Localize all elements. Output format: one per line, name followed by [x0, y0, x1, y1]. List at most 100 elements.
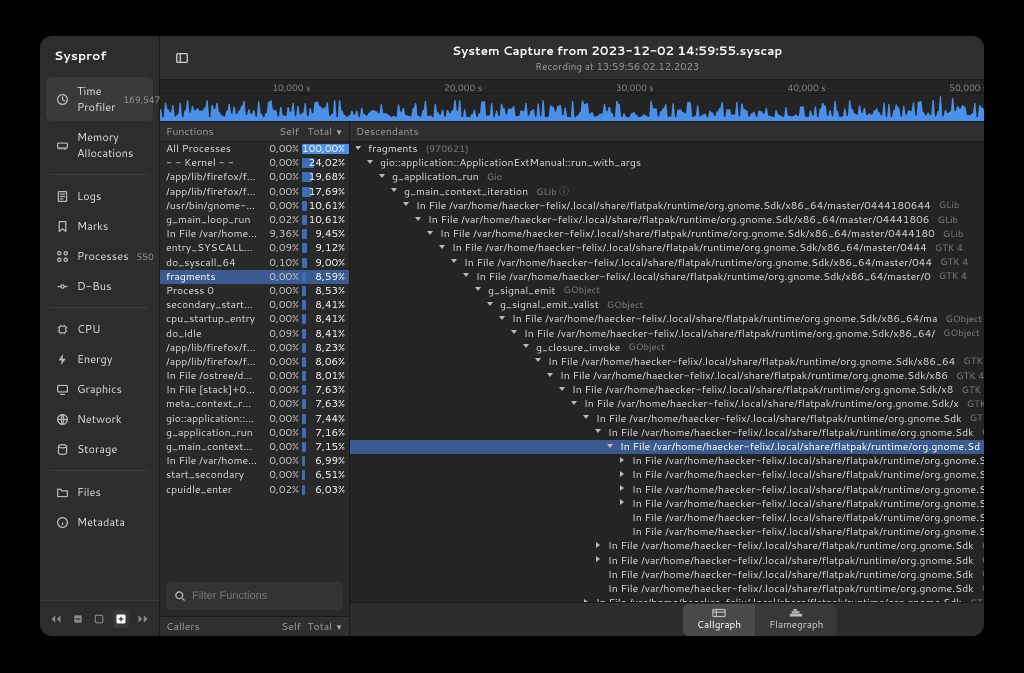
tree-row[interactable]: In File /var/home/haecker-felix/.local/s…	[350, 355, 984, 369]
disclosure-icon[interactable]	[620, 485, 629, 494]
col-self[interactable]: Self	[259, 620, 301, 634]
tree-row[interactable]: In File /var/home/haecker-felix/.local/s…	[350, 426, 984, 440]
col-total[interactable]: Total▼	[299, 125, 349, 139]
timeline-ruler[interactable]: 10,000 s 20,000 s 30,000 s 40,000 s 50,0…	[160, 80, 984, 94]
disclosure-icon[interactable]	[584, 414, 593, 423]
function-row[interactable]: In File [stack]+0x4b10,00%7,63%	[160, 383, 349, 397]
disclosure-icon[interactable]	[476, 286, 485, 295]
next-icon[interactable]	[135, 610, 151, 628]
col-callers[interactable]: Callers	[166, 620, 259, 634]
col-descendants[interactable]: Descendants	[350, 125, 984, 139]
disclosure-icon[interactable]	[368, 159, 377, 168]
col-functions[interactable]: Functions	[160, 125, 257, 139]
stop-icon[interactable]	[92, 610, 108, 628]
tree-row[interactable]: In File /var/home/haecker-felix/.local/s…	[350, 582, 984, 596]
filter-input[interactable]	[192, 590, 335, 602]
tree-row[interactable]: In File /var/home/haecker-felix/.local/s…	[350, 553, 984, 567]
sidebar-item-files[interactable]: Files	[46, 478, 153, 506]
disclosure-icon[interactable]	[548, 372, 557, 381]
tree-row[interactable]: In File /var/home/haecker-felix/.local/s…	[350, 568, 984, 582]
function-row[interactable]: cpu_startup_entry0,00%8,41%	[160, 312, 349, 326]
disclosure-icon[interactable]	[404, 201, 413, 210]
function-row[interactable]: /app/lib/firefox/firefo0,00%8,06%	[160, 355, 349, 369]
tree-row[interactable]: In File /var/home/haecker-felix/.local/s…	[350, 468, 984, 482]
tree-row[interactable]: In File /var/home/haecker-felix/.local/s…	[350, 326, 984, 340]
tree-row[interactable]: In File /var/home/haecker-felix/.local/s…	[350, 312, 984, 326]
disclosure-icon[interactable]	[356, 145, 365, 154]
tree-row[interactable]: gio::application::ApplicationExtManual::…	[350, 156, 984, 170]
disclosure-icon[interactable]	[596, 584, 605, 593]
function-row[interactable]: cpuidle_enter0,02%6,03%	[160, 483, 349, 497]
disclosure-icon[interactable]	[596, 428, 605, 437]
sidebar-item-storage[interactable]: Storage	[46, 435, 153, 463]
function-row[interactable]: In File /var/home/hae0,00%6,99%	[160, 454, 349, 468]
tab-callgraph[interactable]: Callgraph	[683, 604, 755, 636]
sidebar-item-logs[interactable]: Logs	[46, 182, 153, 210]
sidebar-item-processes[interactable]: Processes 550	[46, 242, 153, 270]
sidebar-item-energy[interactable]: Energy	[46, 345, 153, 373]
function-row[interactable]: /app/lib/firefox/firefo0,00%19,68%	[160, 170, 349, 184]
tree-row[interactable]: In File /var/home/haecker-felix/.local/s…	[350, 241, 984, 255]
disclosure-icon[interactable]	[440, 244, 449, 253]
disclosure-icon[interactable]	[572, 400, 581, 409]
tree-row[interactable]: In File /var/home/haecker-felix/.local/s…	[350, 412, 984, 426]
disclosure-icon[interactable]	[560, 386, 569, 395]
disclosure-icon[interactable]	[620, 457, 629, 466]
col-self[interactable]: Self	[257, 125, 299, 139]
tree-row[interactable]: In File /var/home/haecker-felix/.local/s…	[350, 397, 984, 411]
disclosure-icon[interactable]	[596, 556, 605, 565]
function-row[interactable]: In File /ostree/deploy0,00%8,01%	[160, 369, 349, 383]
prev-icon[interactable]	[48, 610, 64, 628]
tree-row[interactable]: In File /var/home/haecker-felix/.local/s…	[350, 213, 984, 227]
function-row[interactable]: gio::application::Appl0,00%7,44%	[160, 412, 349, 426]
functions-list[interactable]: All Processes0,00%100,00%- - Kernel - -0…	[160, 142, 349, 576]
sidebar-item-network[interactable]: Network	[46, 405, 153, 433]
tree-row[interactable]: In File /var/home/haecker-felix/.local/s…	[350, 383, 984, 397]
disclosure-icon[interactable]	[524, 343, 533, 352]
sidebar-item-time-profiler[interactable]: Time Profiler 169,547	[46, 77, 153, 121]
function-row[interactable]: meta_context_run_m0,00%7,63%	[160, 397, 349, 411]
tree-row[interactable]: In File /var/home/haecker-felix/.local/s…	[350, 199, 984, 213]
disclosure-icon[interactable]	[428, 230, 437, 239]
function-row[interactable]: do_syscall_640,10%9,00%	[160, 256, 349, 270]
disclosure-icon[interactable]	[392, 187, 401, 196]
function-row[interactable]: entry_SYSCALL_64_a0,09%9,12%	[160, 241, 349, 255]
function-row[interactable]: do_idle0,09%8,41%	[160, 326, 349, 340]
function-row[interactable]: Process 00,00%8,53%	[160, 284, 349, 298]
tree-row[interactable]: g_main_context_iterationGLib ⓘ0,00%7,15%…	[350, 185, 984, 199]
tree-row[interactable]: In File /var/home/haecker-felix/.local/s…	[350, 497, 984, 511]
tree-row[interactable]: In File /var/home/haecker-felix/.local/s…	[350, 227, 984, 241]
tree-row[interactable]: g_signal_emit_valistGObject0,00%0,94%159…	[350, 298, 984, 312]
disclosure-icon[interactable]	[488, 301, 497, 310]
function-row[interactable]: /app/lib/firefox/firefo0,00%17,69%	[160, 185, 349, 199]
disclosure-icon[interactable]	[620, 513, 629, 522]
function-row[interactable]: g_application_run0,00%7,16%	[160, 426, 349, 440]
tree-row[interactable]: In File /var/home/haecker-felix/.local/s…	[350, 369, 984, 383]
sidebar-item-memory[interactable]: Memory Allocations	[46, 123, 153, 167]
disclosure-icon[interactable]	[416, 216, 425, 225]
tree-row[interactable]: In File /var/home/haecker-felix/.local/s…	[350, 525, 984, 539]
tree-row[interactable]: In File /var/home/haecker-felix/.local/s…	[350, 511, 984, 525]
tab-flamegraph[interactable]: Flamegraph	[755, 604, 837, 636]
filter-functions[interactable]	[166, 582, 343, 610]
function-row[interactable]: fragments0,00%8,59%	[160, 270, 349, 284]
function-row[interactable]: g_main_loop_run0,02%10,61%	[160, 213, 349, 227]
function-row[interactable]: In File /var/home/hae9,36%9,45%	[160, 227, 349, 241]
tree-row[interactable]: In File /var/home/haecker-felix/.local/s…	[350, 454, 984, 468]
tree-row[interactable]: In File /var/home/haecker-felix/.local/s…	[350, 539, 984, 553]
col-total[interactable]: Total▼	[301, 620, 343, 634]
disclosure-icon[interactable]	[620, 528, 629, 537]
disclosure-icon[interactable]	[596, 570, 605, 579]
sidebar-toggle-icon[interactable]	[168, 44, 196, 72]
tree-row[interactable]: fragments(970621)0,00%8,59%14570	[350, 142, 984, 156]
function-row[interactable]: - - Kernel - -0,00%24,02%	[160, 156, 349, 170]
function-row[interactable]: All Processes0,00%100,00%	[160, 142, 349, 156]
tree-row[interactable]: g_closure_invokeGObject0,00%0,84%1420	[350, 341, 984, 355]
sidebar-item-dbus[interactable]: D-Bus	[46, 272, 153, 300]
descendants-tree[interactable]: fragments(970621)0,00%8,59%14570gio::app…	[350, 142, 984, 602]
disclosure-icon[interactable]	[512, 329, 521, 338]
timeline-sparkline[interactable]	[160, 94, 984, 122]
disclosure-icon[interactable]	[536, 357, 545, 366]
tree-row[interactable]: In File /var/home/haecker-felix/.local/s…	[350, 270, 984, 284]
remove-icon[interactable]	[70, 610, 86, 628]
